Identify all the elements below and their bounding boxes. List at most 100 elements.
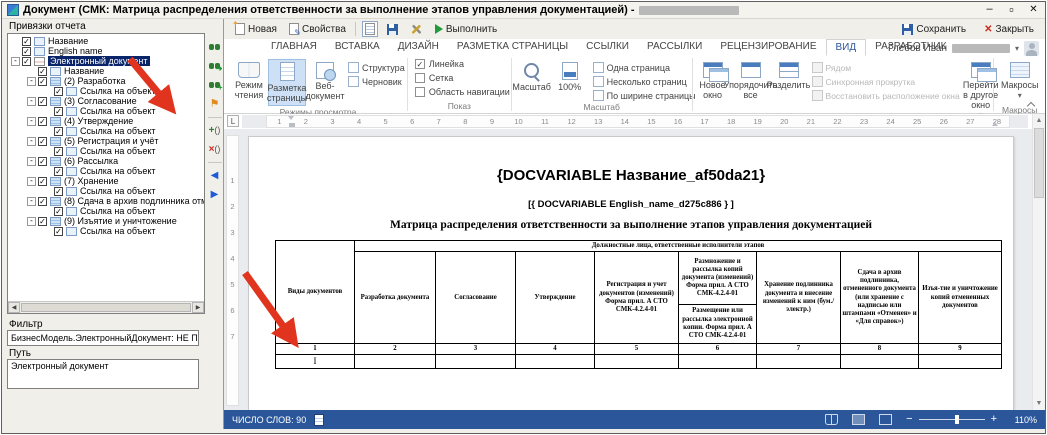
new-report-button[interactable]: Новая (232, 22, 280, 36)
zoom-out-button[interactable]: − (906, 414, 912, 425)
minimize-button[interactable] (983, 4, 996, 17)
print-layout-view-icon[interactable] (852, 414, 865, 425)
empty-data-cell[interactable] (757, 355, 841, 369)
scroll-left-icon[interactable] (8, 302, 20, 313)
outline-button[interactable]: Структура (348, 62, 405, 73)
back-icon[interactable] (208, 169, 222, 182)
add-binding-icon[interactable] (208, 124, 222, 137)
empty-data-cell[interactable] (919, 355, 1002, 369)
macros-button[interactable]: Макросы (997, 59, 1043, 104)
tree-expander-icon[interactable] (11, 57, 20, 66)
draft-button[interactable]: Черновик (348, 76, 405, 87)
avatar[interactable] (1024, 41, 1039, 56)
tree-item[interactable]: (4) Утверждение (8, 116, 204, 126)
tree-checkbox[interactable] (54, 187, 63, 196)
column-number-cell[interactable]: 1 (276, 344, 355, 355)
maximize-button[interactable] (1005, 4, 1018, 17)
tree-item[interactable]: Ссылка на объект (8, 126, 204, 136)
vertical-ruler[interactable]: 1234567 (226, 135, 239, 406)
column-number-cell[interactable]: 6 (679, 344, 757, 355)
scrollbar-thumb[interactable] (21, 303, 191, 312)
go-to-flag-icon[interactable] (208, 98, 222, 111)
multiple-pages-button[interactable]: Несколько страниц (593, 76, 696, 87)
proofing-icon[interactable] (314, 414, 324, 426)
tools-button[interactable] (407, 22, 426, 37)
horizontal-ruler[interactable]: 1234567891011121314151617181920212223242… (242, 115, 1028, 128)
scroll-down-icon[interactable] (1033, 397, 1045, 410)
one-page-button[interactable]: Одна страница (593, 62, 696, 73)
zoom-slider[interactable] (919, 419, 985, 420)
column-number-cell[interactable]: 3 (436, 344, 516, 355)
tree-item[interactable]: Ссылка на объект (8, 186, 204, 196)
column-number-cell[interactable]: 2 (355, 344, 436, 355)
find-add-icon[interactable]: + (208, 79, 222, 92)
tree-checkbox[interactable] (38, 117, 47, 126)
gridlines-checkbox[interactable]: Сетка (415, 73, 453, 83)
tree-item[interactable]: Электронный документ (8, 56, 204, 66)
tree-horizontal-scrollbar[interactable] (8, 301, 204, 313)
page-width-button[interactable]: По ширине страницы (593, 90, 696, 101)
tree-checkbox[interactable] (54, 87, 63, 96)
table-header-cell[interactable]: Регистрация и учет документов (изменений… (595, 252, 679, 344)
ribbon-tab[interactable]: РЕЦЕНЗИРОВАНИЕ (711, 39, 825, 56)
find-next-icon[interactable]: ➜ (208, 60, 222, 73)
tree-expander-icon[interactable] (27, 157, 36, 166)
table-header-cell[interactable]: Изъя-тие и уничтожение копий отмененных … (919, 252, 1002, 344)
zoom-in-button[interactable]: + (991, 414, 997, 425)
tree-checkbox[interactable] (54, 107, 63, 116)
table-header-cell[interactable]: Сдача в архив подлинника, отмененного до… (841, 252, 919, 344)
arrange-all-button[interactable]: Упорядочить все (732, 59, 770, 103)
web-layout-button[interactable]: Веб-документ (306, 59, 344, 104)
tab-stop-selector[interactable]: L (227, 115, 239, 127)
empty-data-cell[interactable] (436, 355, 516, 369)
tree-item[interactable]: (2) Разработка (8, 76, 204, 86)
empty-data-cell[interactable] (516, 355, 595, 369)
table-header-cell-split[interactable]: Размножение и рассылка копий документа (… (679, 252, 757, 344)
tree-item[interactable]: (3) Согласование (8, 96, 204, 106)
tree-checkbox[interactable] (38, 67, 47, 76)
tree-item[interactable]: Ссылка на объект (8, 166, 204, 176)
table-span-header[interactable]: Должностные лица, ответственные исполнит… (355, 241, 1002, 252)
ribbon-tab[interactable]: РАЗМЕТКА СТРАНИЦЫ (448, 39, 577, 56)
tree-expander-icon[interactable] (27, 97, 36, 106)
find-icon[interactable] (208, 41, 222, 54)
tree-checkbox[interactable] (38, 217, 47, 226)
path-input[interactable]: Электронный документ (7, 359, 199, 389)
synchronous-scrolling-button[interactable]: Синхронная прокрутка (812, 76, 960, 87)
tree-item[interactable]: Название (8, 66, 204, 76)
right-indent-marker[interactable] (992, 117, 999, 126)
empty-data-cell[interactable] (679, 355, 757, 369)
run-report-button[interactable]: Выполнить (432, 23, 500, 36)
ribbon-tab[interactable]: РАССЫЛКИ (638, 39, 711, 56)
navigation-pane-checkbox[interactable]: Область навигации (415, 87, 510, 97)
table-header-cell[interactable]: Утверждение (516, 252, 595, 344)
tree-item[interactable]: (5) Регистрация и учёт (8, 136, 204, 146)
word-count[interactable]: ЧИСЛО СЛОВ: 90 (232, 415, 306, 425)
table-header-cell[interactable]: Разработка документа (355, 252, 436, 344)
ribbon-tab[interactable]: ДИЗАЙН (389, 39, 448, 56)
view-side-by-side-button[interactable]: Рядом (812, 62, 960, 73)
tree-item[interactable]: Ссылка на объект (8, 106, 204, 116)
save-button[interactable]: Сохранить (899, 23, 969, 36)
column-number-cell[interactable]: 5 (595, 344, 679, 355)
read-mode-view-icon[interactable] (825, 414, 838, 425)
split-button[interactable]: Разделить (770, 59, 808, 93)
close-window-button[interactable] (1027, 4, 1040, 17)
ribbon-tab[interactable]: ВИД (826, 39, 867, 56)
zoom-slider-thumb[interactable] (955, 415, 959, 424)
tree-checkbox[interactable] (38, 197, 47, 206)
chevron-down-icon[interactable] (1015, 43, 1019, 54)
tree-item[interactable]: English name (8, 46, 204, 56)
tree-expander-icon[interactable] (27, 137, 36, 146)
empty-data-cell[interactable] (595, 355, 679, 369)
column-number-cell[interactable]: 9 (919, 344, 1002, 355)
filter-input[interactable]: БизнесМодель.ЭлектронныйДокумент: НЕ ПАП… (7, 330, 199, 346)
zoom-level[interactable]: 110% (1011, 415, 1037, 425)
tree-checkbox[interactable] (38, 157, 47, 166)
tree-item[interactable]: Ссылка на объект (8, 86, 204, 96)
document-page[interactable]: {DOCVARIABLE Название_af50da21} [{ DOCVA… (248, 136, 1014, 410)
toggle-bindings-button[interactable] (362, 21, 378, 37)
tree-expander-icon[interactable] (27, 177, 36, 186)
tree-item[interactable]: (9) Изъятие и уничтожение (8, 216, 204, 226)
tree-checkbox[interactable] (54, 167, 63, 176)
